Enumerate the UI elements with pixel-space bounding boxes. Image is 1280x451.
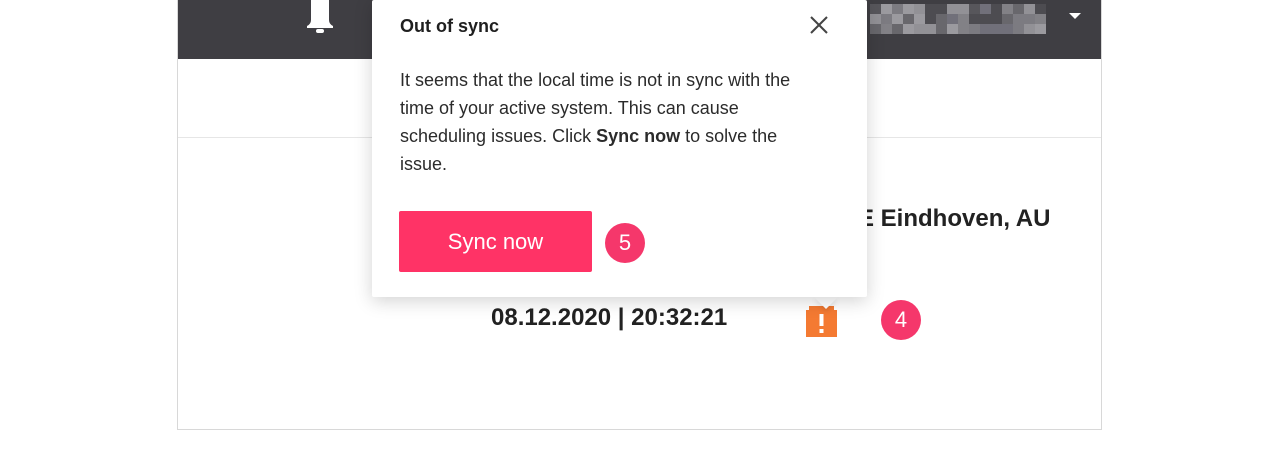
blur-pixel — [1002, 24, 1013, 34]
blur-pixel — [980, 14, 991, 24]
blur-pixel — [969, 14, 980, 24]
blur-pixel — [947, 4, 958, 14]
blur-pixel — [991, 24, 1002, 34]
blur-pixel — [892, 4, 903, 14]
blur-pixel — [1013, 14, 1024, 24]
blur-pixel — [980, 4, 991, 14]
popover-message: It seems that the local time is not in s… — [400, 66, 800, 178]
blur-pixel — [969, 24, 980, 34]
blur-pixel — [1024, 4, 1035, 14]
blur-pixel — [969, 4, 980, 14]
blur-pixel — [870, 14, 881, 24]
sync-now-button[interactable]: Sync now — [399, 211, 592, 272]
blur-pixel — [1013, 4, 1024, 14]
blur-pixel — [925, 4, 936, 14]
blur-pixel — [1024, 14, 1035, 24]
blur-pixel — [1024, 24, 1035, 34]
blur-pixel — [903, 4, 914, 14]
location-label: E Eindhoven, AU — [858, 205, 1051, 232]
blur-pixel — [881, 24, 892, 34]
blur-pixel — [1035, 4, 1046, 14]
blur-pixel — [1013, 24, 1024, 34]
blur-pixel — [947, 14, 958, 24]
caret-down-icon[interactable] — [1069, 13, 1081, 19]
blur-pixel — [958, 4, 969, 14]
popover-title: Out of sync — [400, 16, 500, 36]
blur-pixel — [925, 14, 936, 24]
blur-pixel — [881, 14, 892, 24]
annotation-badge-5: 5 — [605, 223, 645, 263]
blur-pixel — [936, 14, 947, 24]
annotation-badge-4: 4 — [881, 300, 921, 340]
blur-pixel — [947, 24, 958, 34]
warning-icon[interactable] — [806, 306, 837, 337]
blur-pixel — [903, 24, 914, 34]
blur-pixel — [958, 24, 969, 34]
blur-pixel — [870, 24, 881, 34]
blur-pixel — [936, 24, 947, 34]
blur-pixel — [870, 4, 881, 14]
blur-pixel — [914, 14, 925, 24]
blur-pixel — [1002, 14, 1013, 24]
blur-pixel — [892, 24, 903, 34]
blur-pixel — [980, 24, 991, 34]
user-name-blurred[interactable] — [870, 4, 1046, 34]
popover-arrow — [814, 297, 838, 309]
blur-pixel — [958, 14, 969, 24]
blur-pixel — [881, 4, 892, 14]
bell-icon[interactable] — [305, 0, 335, 34]
datetime-label: 08.12.2020 | 20:32:21 — [491, 304, 728, 331]
blur-pixel — [1035, 24, 1046, 34]
message-bold-text: Sync now — [596, 126, 681, 146]
blur-pixel — [925, 24, 936, 34]
blur-pixel — [914, 24, 925, 34]
blur-pixel — [903, 14, 914, 24]
blur-pixel — [1035, 14, 1046, 24]
blur-pixel — [991, 4, 1002, 14]
blur-pixel — [914, 4, 925, 14]
blur-pixel — [936, 4, 947, 14]
blur-pixel — [892, 14, 903, 24]
close-icon[interactable] — [808, 14, 830, 36]
blur-pixel — [1002, 4, 1013, 14]
blur-pixel — [991, 14, 1002, 24]
